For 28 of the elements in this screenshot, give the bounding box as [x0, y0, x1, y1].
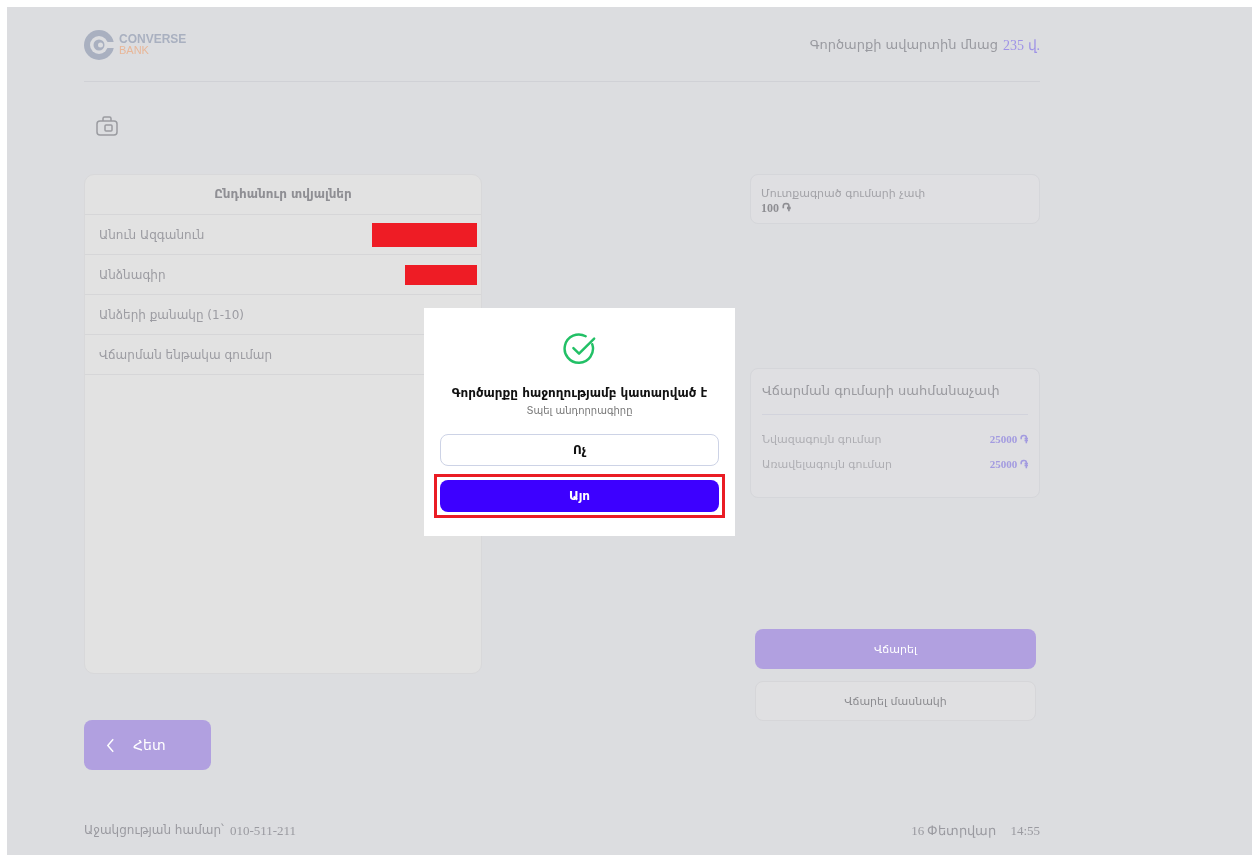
yes-button[interactable]: Այո: [440, 480, 719, 512]
back-button[interactable]: Հետ: [84, 720, 211, 770]
row-label: Անձերի քանակը (1-10): [99, 307, 244, 322]
date-text: 16 Փետրվար: [911, 823, 997, 839]
partial-pay-button[interactable]: Վճարել մասնակի: [755, 681, 1036, 721]
panel-title: Ընդհանուր տվյալներ: [85, 175, 481, 215]
dialog-subtitle: Տպել անդորրագիրը: [526, 405, 633, 416]
limit-value: 25000 ֏: [989, 433, 1028, 447]
no-button[interactable]: Ոչ: [440, 434, 719, 466]
amount-label: Մուտքագրած գումարի չափ: [761, 187, 927, 200]
row-label: Անձնագիր: [99, 267, 166, 282]
row-label: Անուն Ազգանուն: [99, 227, 205, 242]
timer-value: 235 վ.: [1003, 36, 1040, 54]
chevron-left-icon: [106, 737, 115, 753]
support-label: Աջակցության համար՝: [84, 823, 224, 839]
support-phone: 010-511-211: [229, 823, 297, 839]
dialog-title: Գործարքը հաջողությամբ կատարված է: [451, 386, 708, 400]
briefcase-icon: [96, 116, 118, 136]
logo-subtitle: BANK: [119, 45, 150, 56]
timer-label: Գործարքի ավարտին մնաց: [809, 36, 998, 54]
row-label: Վճարման ենթակա գումար: [99, 347, 273, 362]
pay-button[interactable]: Վճարել: [755, 629, 1036, 669]
logo-icon: [84, 30, 114, 60]
amount-value: 100 ֏: [761, 201, 792, 216]
limit-value: 25000 ֏: [989, 458, 1028, 472]
limits-title: Վճարման գումարի սահմանաչափ: [762, 383, 1001, 398]
check-circle-icon: [562, 332, 597, 366]
time-text: 14:55: [1010, 823, 1040, 839]
